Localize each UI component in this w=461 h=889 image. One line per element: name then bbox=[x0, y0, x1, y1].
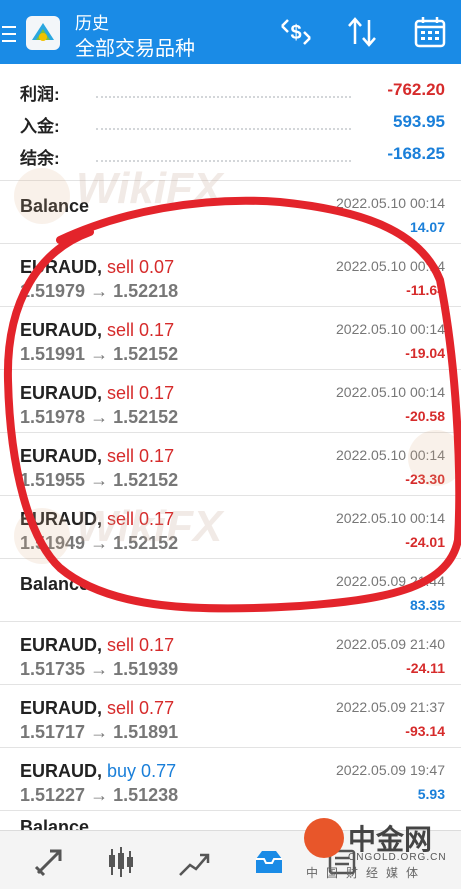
deal-side: sell 0.17 bbox=[107, 509, 175, 529]
deal-profit: 5.93 bbox=[417, 786, 445, 802]
trade-row[interactable]: EURAUD, sell 0.17 1.51735 → 1.51939 2022… bbox=[0, 621, 461, 684]
deal-time: 2022.05.10 00:14 bbox=[336, 384, 445, 400]
deal-side: sell 0.17 bbox=[107, 383, 175, 403]
deal-side: sell 0.77 bbox=[107, 698, 175, 718]
balance-row[interactable]: Balance 2022.05.09 21:44 83.35 bbox=[0, 558, 461, 621]
profit-label: 利润: bbox=[20, 85, 60, 104]
deal-time: 2022.05.10 00:14 bbox=[336, 195, 445, 211]
deal-time: 2022.05.09 21:40 bbox=[336, 636, 445, 652]
deals-list: Balance 2022.05.10 00:14 14.07 EURAUD, s… bbox=[0, 180, 461, 830]
profit-summary-row: 利润: -762.20 bbox=[0, 74, 461, 106]
deal-time: 2022.05.10 00:14 bbox=[336, 321, 445, 337]
currency-switch-icon[interactable]: $ bbox=[278, 14, 314, 50]
trade-row[interactable]: EURAUD, sell 0.77 1.51717 → 1.51891 2022… bbox=[0, 684, 461, 747]
profit-value: -762.20 bbox=[387, 80, 445, 99]
deal-side: sell 0.07 bbox=[107, 257, 175, 277]
trade-row[interactable]: EURAUD, sell 0.17 1.51978 → 1.52152 2022… bbox=[0, 369, 461, 432]
deal-prices: 1.51991 → 1.52152 bbox=[20, 344, 179, 364]
deal-profit: -11.64 bbox=[406, 282, 445, 298]
messages-icon[interactable] bbox=[326, 845, 360, 879]
deal-time: 2022.05.09 21:37 bbox=[336, 699, 445, 715]
deal-symbol: EURAUD, buy 0.77 bbox=[20, 761, 177, 781]
history-tab-active[interactable] bbox=[240, 839, 298, 885]
deal-symbol: EURAUD, sell 0.17 bbox=[20, 446, 175, 466]
balance-summary-row: 结余: -168.25 bbox=[0, 138, 461, 170]
chart-icon[interactable] bbox=[104, 845, 138, 879]
bottom-navigation bbox=[0, 830, 461, 889]
sort-icon[interactable] bbox=[344, 14, 380, 50]
svg-text:$: $ bbox=[290, 22, 301, 44]
trade-row[interactable]: EURAUD, sell 0.07 1.51979 → 1.52218 2022… bbox=[0, 243, 461, 306]
dot-leader bbox=[96, 128, 351, 130]
deal-time: 2022.05.10 00:14 bbox=[336, 258, 445, 274]
calendar-icon[interactable] bbox=[412, 14, 448, 50]
balance-row[interactable]: Balance 2022.05.10 00:14 14.07 bbox=[0, 180, 461, 243]
app-logo-icon bbox=[26, 16, 60, 50]
deal-time: 2022.05.10 00:14 bbox=[336, 447, 445, 463]
deal-profit: -24.01 bbox=[405, 534, 445, 550]
deal-side: sell 0.17 bbox=[107, 635, 175, 655]
symbol-filter-title[interactable]: 全部交易品种 bbox=[75, 32, 195, 61]
deposit-value: 593.95 bbox=[393, 112, 445, 131]
deal-symbol: Balance bbox=[20, 817, 90, 830]
deal-time: 2022.05.09 21:44 bbox=[336, 573, 445, 589]
deposit-summary-row: 入金: 593.95 bbox=[0, 106, 461, 138]
deal-symbol: EURAUD, sell 0.77 bbox=[20, 698, 175, 718]
deal-side: sell 0.17 bbox=[107, 320, 175, 340]
deal-profit: 83.35 bbox=[409, 597, 445, 613]
deal-symbol: EURAUD, sell 0.17 bbox=[20, 383, 175, 403]
deal-symbol: EURAUD, sell 0.07 bbox=[20, 257, 175, 277]
dot-leader bbox=[96, 96, 351, 98]
trade-row[interactable]: EURAUD, sell 0.17 1.51955 → 1.52152 2022… bbox=[0, 432, 461, 495]
deal-symbol: Balance bbox=[20, 196, 90, 216]
balance-row[interactable]: Balance bbox=[0, 810, 461, 830]
history-summary: 利润: -762.20 入金: 593.95 结余: -168.25 bbox=[0, 74, 461, 170]
trade-row[interactable]: EURAUD, sell 0.17 1.51949 → 1.52152 2022… bbox=[0, 495, 461, 558]
deal-profit: -20.58 bbox=[405, 408, 445, 424]
deal-profit: -24.11 bbox=[406, 660, 445, 676]
trade-row[interactable]: EURAUD, sell 0.17 1.51991 → 1.52152 2022… bbox=[0, 306, 461, 369]
deal-side: sell 0.17 bbox=[107, 446, 175, 466]
balance-label: 结余: bbox=[20, 149, 60, 168]
trade-icon[interactable] bbox=[178, 845, 212, 879]
deal-symbol: EURAUD, sell 0.17 bbox=[20, 320, 175, 340]
deal-prices: 1.51955 → 1.52152 bbox=[20, 470, 179, 490]
deal-time: 2022.05.09 19:47 bbox=[336, 762, 445, 778]
deal-profit: 14.07 bbox=[409, 219, 445, 235]
deal-side: buy 0.77 bbox=[107, 761, 177, 781]
deal-profit: -23.30 bbox=[405, 471, 445, 487]
deal-time: 2022.05.10 00:14 bbox=[336, 510, 445, 526]
deal-prices: 1.51949 → 1.52152 bbox=[20, 533, 179, 553]
top-app-bar: 历史 全部交易品种 $ bbox=[0, 0, 461, 64]
deal-prices: 1.51978 → 1.52152 bbox=[20, 407, 179, 427]
balance-value: -168.25 bbox=[387, 144, 445, 163]
dot-leader bbox=[96, 160, 351, 162]
quotes-icon[interactable] bbox=[32, 845, 66, 879]
deal-symbol: Balance bbox=[20, 574, 90, 594]
deposit-label: 入金: bbox=[20, 117, 60, 136]
deal-prices: 1.51717 → 1.51891 bbox=[20, 722, 179, 742]
deal-prices: 1.51227 → 1.51238 bbox=[20, 785, 179, 805]
history-icon[interactable] bbox=[252, 845, 286, 879]
menu-icon[interactable] bbox=[2, 26, 16, 42]
screen-title: 历史 bbox=[75, 14, 109, 33]
trade-row[interactable]: EURAUD, buy 0.77 1.51227 → 1.51238 2022.… bbox=[0, 747, 461, 810]
deal-symbol: EURAUD, sell 0.17 bbox=[20, 509, 175, 529]
deal-prices: 1.51979 → 1.52218 bbox=[20, 281, 179, 301]
deal-symbol: EURAUD, sell 0.17 bbox=[20, 635, 175, 655]
deal-prices: 1.51735 → 1.51939 bbox=[20, 659, 179, 679]
deal-profit: -93.14 bbox=[405, 723, 445, 739]
deal-profit: -19.04 bbox=[405, 345, 445, 361]
